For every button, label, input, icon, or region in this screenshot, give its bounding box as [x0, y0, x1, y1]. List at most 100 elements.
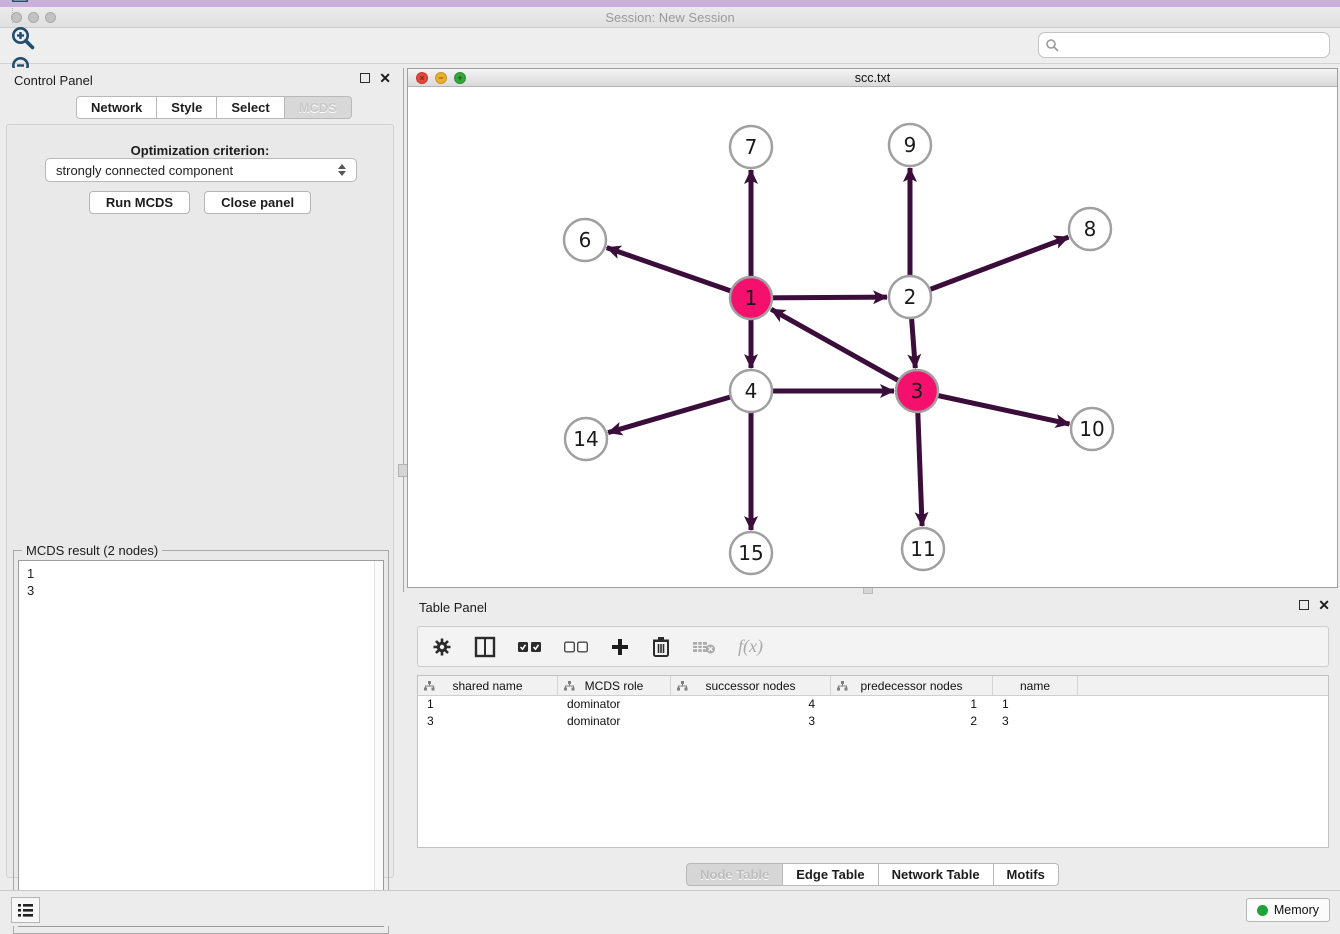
horizontal-splitter-handle[interactable]: [863, 587, 873, 594]
select-all-icon: [518, 641, 542, 653]
column-label: name: [1020, 679, 1050, 693]
node-label-2: 2: [904, 285, 917, 309]
result-scrollbar[interactable]: [374, 561, 383, 926]
control-panel: Control Panel ✕ NetworkStyleSelectMCDS O…: [0, 68, 401, 884]
table-row[interactable]: 1dominator411: [418, 696, 1328, 713]
export-image-icon: [10, 0, 36, 6]
cell-name[interactable]: 3: [993, 713, 1078, 730]
deselect-all-icon: [564, 641, 588, 653]
graph-node-14[interactable]: 14: [565, 418, 607, 460]
edge-3-1[interactable]: [771, 309, 917, 391]
main-toolbar: V: [0, 28, 1340, 64]
status-bar: Memory: [0, 890, 1340, 926]
edge-3-10[interactable]: [917, 391, 1070, 424]
cell-successor-nodes[interactable]: 3: [671, 713, 831, 730]
network-canvas[interactable]: 7 9 6 8 1 2 4 3 14 10 15 11: [408, 87, 1337, 587]
node-label-15: 15: [738, 541, 763, 565]
memory-status-icon: [1257, 905, 1268, 916]
toolbar-separator: [12, 8, 13, 23]
optimization-select[interactable]: strongly connected component: [45, 158, 357, 182]
search-input[interactable]: [1059, 35, 1329, 55]
float-panel-icon[interactable]: [360, 73, 370, 83]
cell-predecessor-nodes[interactable]: 2: [831, 713, 993, 730]
edge-1-6[interactable]: [607, 248, 751, 298]
table-close-panel-icon[interactable]: ✕: [1318, 600, 1330, 610]
node-label-6: 6: [579, 228, 592, 252]
tab-motifs[interactable]: Motifs: [994, 863, 1059, 886]
node-table: shared name MCDS rolesuccessor nodesprede…: [417, 675, 1329, 848]
run-mcds-button[interactable]: Run MCDS: [89, 191, 190, 214]
table-panel: Table Panel ✕ f(x) shared nameMCDS roles…: [405, 595, 1340, 890]
tab-mcds[interactable]: MCDS: [285, 96, 352, 119]
graph-node-3[interactable]: 3: [896, 370, 938, 412]
node-label-1: 1: [745, 286, 758, 310]
export-image-button[interactable]: [8, 0, 38, 8]
task-history-button[interactable]: [11, 897, 40, 923]
table-toolbar: f(x): [417, 626, 1329, 667]
gear-icon: [432, 637, 452, 657]
control-panel-tabs: NetworkStyleSelectMCDS: [76, 96, 352, 119]
delete-row-icon: [652, 636, 670, 657]
graph-node-2[interactable]: 2: [889, 276, 931, 318]
edge-4-14[interactable]: [608, 391, 751, 433]
column-header-successor-nodes[interactable]: successor nodes: [671, 676, 831, 695]
memory-button[interactable]: Memory: [1246, 898, 1330, 922]
add-row-button[interactable]: [610, 634, 630, 660]
table-row[interactable]: 3dominator323: [418, 713, 1328, 730]
close-panel-button[interactable]: Close panel: [204, 191, 311, 214]
vertical-splitter[interactable]: [403, 68, 404, 592]
cell-successor-nodes[interactable]: 4: [671, 696, 831, 713]
tab-edge-table[interactable]: Edge Table: [783, 863, 878, 886]
select-all-button[interactable]: [518, 634, 542, 660]
delete-row-button[interactable]: [652, 634, 670, 660]
gear-button[interactable]: [432, 634, 452, 660]
tab-select[interactable]: Select: [217, 96, 284, 119]
tab-node-table[interactable]: Node Table: [686, 863, 783, 886]
tab-network-table[interactable]: Network Table: [879, 863, 994, 886]
list-icon: [17, 903, 34, 918]
network-window-titlebar[interactable]: × − + scc.txt: [408, 69, 1337, 87]
function-builder-icon: f(x): [738, 636, 763, 657]
cell-shared-name[interactable]: 3: [418, 713, 558, 730]
graph-node-9[interactable]: 9: [889, 124, 931, 166]
columns-button[interactable]: [474, 634, 496, 660]
graph-node-15[interactable]: 15: [730, 532, 772, 574]
graph-node-4[interactable]: 4: [730, 370, 772, 412]
column-header-shared-name[interactable]: shared name: [418, 676, 558, 695]
zoom-in-button[interactable]: [8, 23, 38, 53]
column-header-MCDS-role[interactable]: MCDS role: [558, 676, 671, 695]
cell-name[interactable]: 1: [993, 696, 1078, 713]
cell-MCDS-role[interactable]: dominator: [558, 713, 671, 730]
graph-node-7[interactable]: 7: [730, 126, 772, 168]
column-label: shared name: [452, 679, 522, 693]
column-header-name[interactable]: name: [993, 676, 1078, 695]
edge-2-8[interactable]: [910, 237, 1069, 297]
graph-node-11[interactable]: 11: [902, 528, 944, 570]
column-sort-icon: [677, 681, 688, 691]
table-float-panel-icon[interactable]: [1299, 600, 1309, 610]
close-panel-icon[interactable]: ✕: [379, 73, 391, 83]
node-label-4: 4: [745, 379, 758, 403]
mcds-result-textarea[interactable]: 1 3: [18, 560, 384, 927]
cell-predecessor-nodes[interactable]: 1: [831, 696, 993, 713]
node-label-3: 3: [911, 379, 924, 403]
tab-network[interactable]: Network: [76, 96, 157, 119]
column-sort-icon: [564, 681, 575, 691]
zoom-in-icon: [10, 25, 36, 51]
graph-node-6[interactable]: 6: [564, 219, 606, 261]
cell-shared-name[interactable]: 1: [418, 696, 558, 713]
graph-node-8[interactable]: 8: [1069, 208, 1111, 250]
graph-node-1[interactable]: 1: [730, 277, 772, 319]
window-title: Session: New Session: [0, 10, 1340, 25]
column-header-predecessor-nodes[interactable]: predecessor nodes: [831, 676, 993, 695]
deselect-all-button[interactable]: [564, 634, 588, 660]
node-label-9: 9: [904, 133, 917, 157]
optimization-select-value: strongly connected component: [56, 163, 233, 178]
graph-node-10[interactable]: 10: [1071, 408, 1113, 450]
delete-table-icon: [692, 639, 716, 655]
window-top-accent: [0, 0, 1340, 7]
cell-MCDS-role[interactable]: dominator: [558, 696, 671, 713]
add-row-icon: [610, 637, 630, 657]
search-box[interactable]: [1038, 32, 1330, 58]
tab-style[interactable]: Style: [157, 96, 217, 119]
